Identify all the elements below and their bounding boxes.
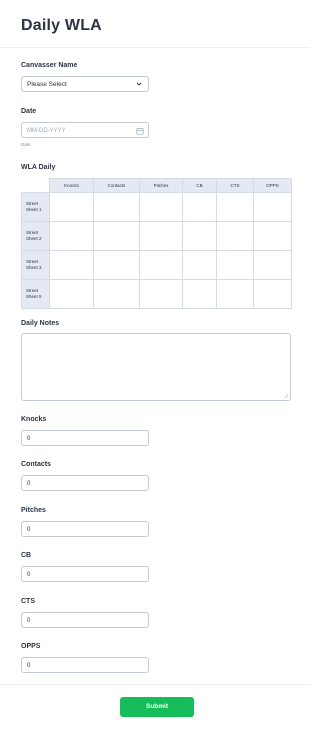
matrix-column-header: Pitches bbox=[139, 178, 183, 193]
knocks-input[interactable]: 0 bbox=[21, 430, 149, 446]
matrix-cell[interactable] bbox=[139, 250, 183, 280]
pitches-value: 0 bbox=[27, 526, 31, 533]
chevron-down-icon bbox=[136, 82, 142, 86]
knocks-value: 0 bbox=[27, 435, 31, 442]
cb-input[interactable]: 0 bbox=[21, 566, 149, 582]
date-label: Date bbox=[21, 108, 37, 115]
opps-input[interactable]: 0 bbox=[21, 657, 149, 673]
matrix-row-header: Street Sheet 2 bbox=[21, 221, 50, 251]
matrix-cell[interactable] bbox=[139, 279, 183, 309]
opps-label: OPPS bbox=[21, 643, 41, 650]
contacts-value: 0 bbox=[27, 480, 31, 487]
matrix-row-header: Street Sheet 1 bbox=[21, 192, 50, 222]
matrix-row: Street Sheet 1 bbox=[21, 192, 292, 222]
date-sublabel: Date bbox=[21, 142, 31, 147]
matrix-cell[interactable] bbox=[93, 192, 140, 222]
matrix-row: Street Sheet 3 bbox=[21, 250, 292, 280]
canvasser-name-label: Canvasser Name bbox=[21, 62, 78, 69]
matrix-cell[interactable] bbox=[93, 221, 140, 251]
matrix-header-row: Knocks Contacts Pitches CB CTS OPPS bbox=[21, 178, 292, 193]
matrix-cell[interactable] bbox=[253, 221, 292, 251]
matrix-cell[interactable] bbox=[93, 250, 140, 280]
matrix-cell[interactable] bbox=[253, 250, 292, 280]
date-placeholder: MM-DD-YYYY bbox=[27, 127, 66, 134]
wla-daily-matrix: Knocks Contacts Pitches CB CTS OPPS Stre… bbox=[21, 178, 292, 309]
cb-label: CB bbox=[21, 552, 32, 559]
header-divider bbox=[0, 47, 310, 48]
date-input[interactable]: MM-DD-YYYY bbox=[21, 122, 149, 138]
wla-daily-label: WLA Daily bbox=[21, 164, 56, 171]
matrix-cell[interactable] bbox=[216, 250, 254, 280]
matrix-column-header: CB bbox=[182, 178, 217, 193]
cts-input[interactable]: 0 bbox=[21, 612, 149, 628]
resize-grip-icon[interactable] bbox=[283, 393, 288, 398]
matrix-column-header: OPPS bbox=[253, 178, 292, 193]
matrix-cell[interactable] bbox=[49, 250, 94, 280]
matrix-cell[interactable] bbox=[49, 192, 94, 222]
submit-button[interactable]: Submit bbox=[120, 697, 194, 717]
matrix-column-header: Contacts bbox=[93, 178, 140, 193]
matrix-row-header: Street Sheet 3 bbox=[21, 250, 50, 280]
calendar-icon[interactable] bbox=[136, 127, 144, 135]
matrix-cell[interactable] bbox=[182, 279, 217, 309]
contacts-label: Contacts bbox=[21, 461, 51, 468]
canvasser-name-value: Please Select bbox=[27, 81, 67, 88]
contacts-input[interactable]: 0 bbox=[21, 475, 149, 491]
pitches-input[interactable]: 0 bbox=[21, 521, 149, 537]
matrix-corner-cell bbox=[21, 178, 50, 193]
matrix-cell[interactable] bbox=[182, 250, 217, 280]
matrix-cell[interactable] bbox=[216, 221, 254, 251]
matrix-cell[interactable] bbox=[93, 279, 140, 309]
matrix-column-header: CTS bbox=[216, 178, 254, 193]
cts-label: CTS bbox=[21, 598, 35, 605]
matrix-cell[interactable] bbox=[216, 279, 254, 309]
canvasser-name-select[interactable]: Please Select bbox=[21, 76, 149, 92]
pitches-label: Pitches bbox=[21, 507, 46, 514]
matrix-cell[interactable] bbox=[182, 221, 217, 251]
matrix-cell[interactable] bbox=[139, 192, 183, 222]
opps-value: 0 bbox=[27, 662, 31, 669]
daily-notes-textarea[interactable] bbox=[21, 333, 291, 401]
form-page: Daily WLA Canvasser Name Please Select D… bbox=[0, 0, 310, 733]
form-title: Daily WLA bbox=[21, 17, 102, 34]
matrix-cell[interactable] bbox=[49, 279, 94, 309]
matrix-row-header: Street Sheet 5 bbox=[21, 279, 50, 309]
matrix-cell[interactable] bbox=[253, 279, 292, 309]
matrix-cell[interactable] bbox=[49, 221, 94, 251]
cts-value: 0 bbox=[27, 617, 31, 624]
daily-notes-label: Daily Notes bbox=[21, 320, 60, 327]
matrix-cell[interactable] bbox=[253, 192, 292, 222]
footer-divider bbox=[0, 684, 310, 685]
matrix-cell[interactable] bbox=[216, 192, 254, 222]
matrix-cell[interactable] bbox=[182, 192, 217, 222]
knocks-label: Knocks bbox=[21, 416, 47, 423]
matrix-cell[interactable] bbox=[139, 221, 183, 251]
cb-value: 0 bbox=[27, 571, 31, 578]
matrix-row: Street Sheet 2 bbox=[21, 221, 292, 251]
matrix-row: Street Sheet 5 bbox=[21, 279, 292, 309]
matrix-column-header: Knocks bbox=[49, 178, 94, 193]
